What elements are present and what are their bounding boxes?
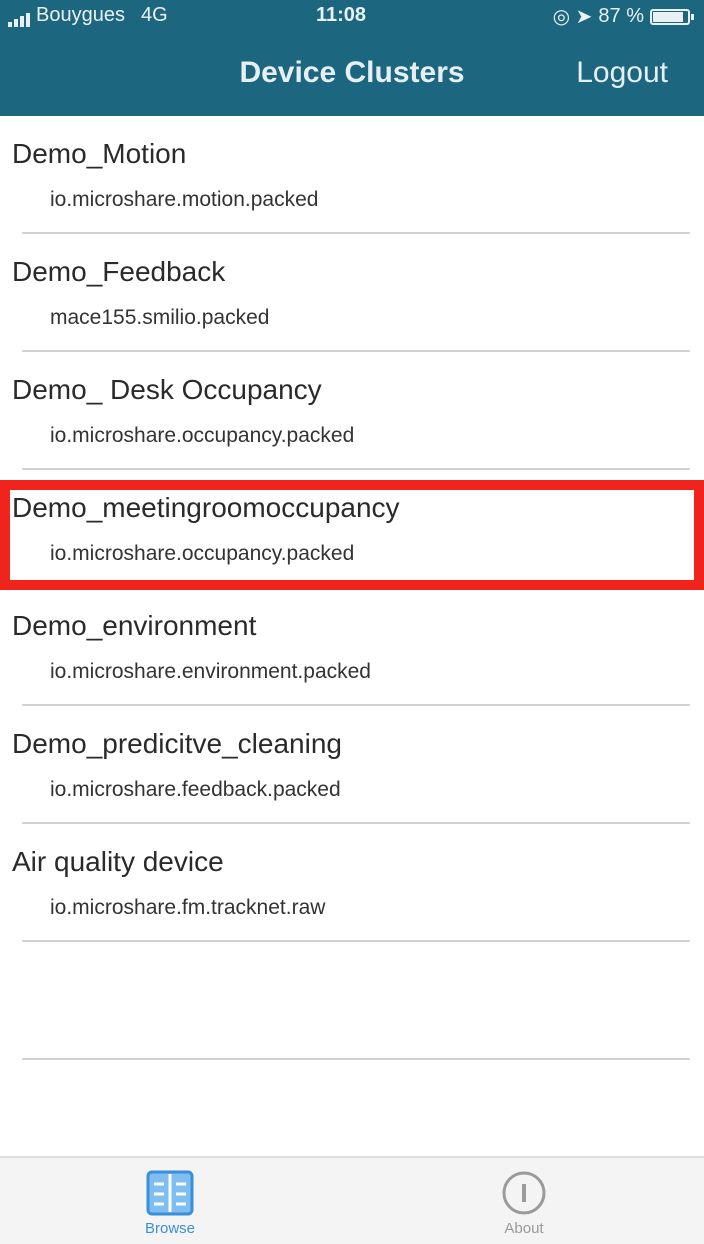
- tab-about-label: About: [504, 1220, 544, 1237]
- logout-button[interactable]: Logout: [576, 56, 668, 90]
- cluster-row[interactable]: Demo_predicitve_cleaning io.microshare.fe…: [0, 706, 704, 824]
- row-divider: [22, 1058, 690, 1060]
- cluster-name: Air quality device: [12, 846, 224, 877]
- cluster-row[interactable]: Demo_Motion io.microshare.motion.packed: [0, 116, 704, 234]
- cluster-list: Demo_Motion io.microshare.motion.packed De…: [0, 116, 704, 1060]
- battery-icon: [650, 8, 694, 25]
- cluster-name: Demo_environment: [12, 610, 257, 641]
- status-right: ◎ ➤ 87 %: [552, 4, 694, 29]
- cluster-name: Demo_Motion: [12, 138, 187, 169]
- cluster-name: Demo_meetingroomoccupancy: [12, 492, 400, 523]
- cluster-rectype: io.microshare.feedback.packed: [50, 778, 341, 801]
- tab-bar: Browse About: [0, 1156, 704, 1244]
- location-icon: ◎ ➤: [552, 6, 593, 28]
- cluster-rectype: mace155.smilio.packed: [50, 306, 270, 329]
- carrier-info: Bouygues 4G: [8, 4, 168, 27]
- cluster-name: Demo_Feedback: [12, 256, 226, 287]
- battery-fill: [653, 11, 683, 22]
- carrier-name: Bouygues: [36, 4, 125, 26]
- cluster-name: Demo_predicitve_cleaning: [12, 728, 342, 759]
- cluster-rectype: io.microshare.occupancy.packed: [50, 424, 355, 447]
- tab-browse[interactable]: Browse: [90, 1170, 250, 1237]
- status-bar: Bouygues 4G 11:08 ◎ ➤ 87 %: [0, 0, 704, 34]
- info-icon: [502, 1171, 546, 1215]
- browse-icon: [146, 1170, 194, 1216]
- cluster-rectype: io.microshare.environment.packed: [50, 660, 371, 683]
- tab-about[interactable]: About: [444, 1170, 604, 1237]
- cluster-rectype: io.microshare.fm.tracknet.raw: [50, 896, 326, 919]
- cluster-row[interactable]: Demo_ Desk Occupancy io.microshare.occupa…: [0, 352, 704, 470]
- cluster-row[interactable]: Demo_Feedback mace155.smilio.packed: [0, 234, 704, 352]
- cluster-row[interactable]: Demo_meetingroomoccupancy io.microshare.o…: [0, 470, 704, 588]
- network-type: 4G: [140, 4, 168, 26]
- cluster-name: Demo_ Desk Occupancy: [12, 374, 322, 405]
- cluster-row[interactable]: Air quality device io.microshare.fm.track…: [0, 824, 704, 942]
- status-time: 11:08: [316, 4, 367, 26]
- tab-browse-label: Browse: [144, 1220, 196, 1237]
- nav-header: Bouygues 4G 11:08 ◎ ➤ 87 % Device Cluste…: [0, 0, 704, 116]
- signal-icon: [8, 11, 30, 27]
- battery-percent: 87 %: [598, 5, 644, 27]
- cluster-rectype: io.microshare.motion.packed: [50, 188, 319, 211]
- cluster-rectype: io.microshare.occupancy.packed: [50, 542, 355, 565]
- cluster-row[interactable]: Demo_environment io.microshare.environmen…: [0, 588, 704, 706]
- empty-row: [0, 942, 704, 1060]
